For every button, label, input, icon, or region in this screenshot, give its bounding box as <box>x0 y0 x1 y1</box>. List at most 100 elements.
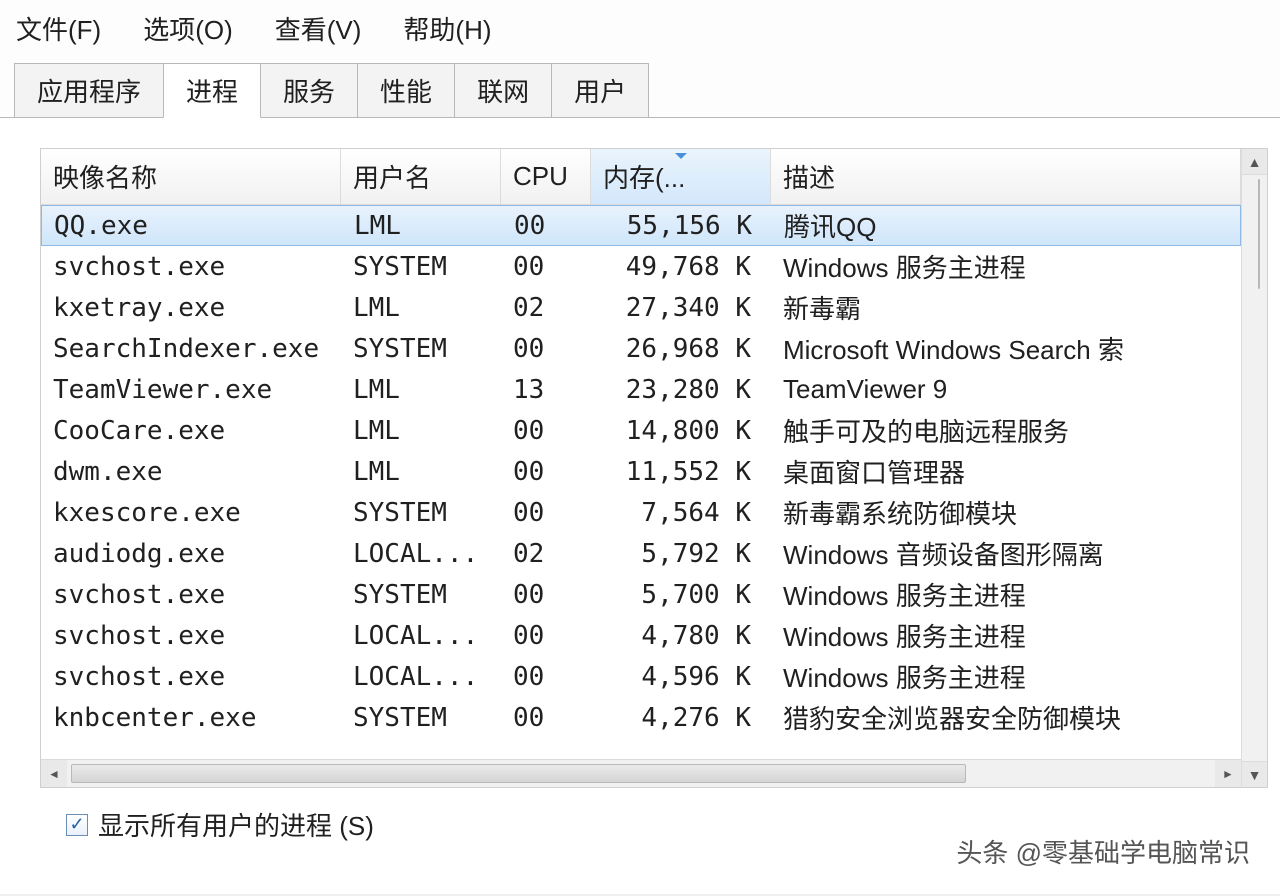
cell-user: LOCAL... <box>341 662 501 692</box>
cell-desc: 新毒霸 <box>771 289 1241 326</box>
table-row[interactable]: CooCare.exeLML0014,800 K触手可及的电脑远程服务 <box>41 410 1241 451</box>
cell-cpu: 02 <box>501 293 591 323</box>
cell-desc: 新毒霸系统防御模块 <box>771 494 1241 531</box>
scroll-up-icon[interactable]: ▲ <box>1242 149 1267 175</box>
col-cpu[interactable]: CPU <box>501 149 591 204</box>
cell-user: LML <box>341 375 501 405</box>
tab-users[interactable]: 用户 <box>551 63 649 118</box>
table-row[interactable]: svchost.exeSYSTEM0049,768 KWindows 服务主进程 <box>41 246 1241 287</box>
cell-desc: Windows 服务主进程 <box>771 617 1241 654</box>
cell-mem: 4,596 K <box>591 662 771 692</box>
cell-desc: Windows 服务主进程 <box>771 248 1241 285</box>
cell-desc: Windows 服务主进程 <box>771 658 1241 695</box>
cell-mem: 27,340 K <box>591 293 771 323</box>
cell-name: SearchIndexer.exe <box>41 334 341 364</box>
cell-name: CooCare.exe <box>41 416 341 446</box>
tab-networking[interactable]: 联网 <box>454 63 552 118</box>
menu-bar: 文件(F) 选项(O) 查看(V) 帮助(H) <box>0 0 1280 63</box>
table-row[interactable]: dwm.exeLML0011,552 K桌面窗口管理器 <box>41 451 1241 492</box>
cell-mem: 5,792 K <box>591 539 771 569</box>
scroll-right-icon[interactable]: ► <box>1215 760 1241 787</box>
horizontal-scrollbar[interactable]: ◄ ► <box>41 759 1241 787</box>
cell-name: knbcenter.exe <box>41 703 341 733</box>
cell-mem: 55,156 K <box>592 211 772 241</box>
col-memory[interactable]: 内存(... <box>591 149 771 204</box>
cell-cpu: 00 <box>501 252 591 282</box>
cell-name: kxetray.exe <box>41 293 341 323</box>
cell-user: LOCAL... <box>341 621 501 651</box>
cell-cpu: 00 <box>501 580 591 610</box>
cell-name: svchost.exe <box>41 252 341 282</box>
col-image-name[interactable]: 映像名称 <box>41 149 341 204</box>
scroll-left-icon[interactable]: ◄ <box>41 760 67 787</box>
table-row[interactable]: kxescore.exeSYSTEM007,564 K新毒霸系统防御模块 <box>41 492 1241 533</box>
tab-content: 映像名称 用户名 CPU 内存(... 描述 QQ.exeLML0055,156… <box>0 118 1280 894</box>
cell-user: LML <box>341 293 501 323</box>
tab-strip: 应用程序 进程 服务 性能 联网 用户 <box>0 63 1280 118</box>
cell-mem: 5,700 K <box>591 580 771 610</box>
process-rows: QQ.exeLML0055,156 K腾讯QQsvchost.exeSYSTEM… <box>41 205 1241 759</box>
tab-services[interactable]: 服务 <box>260 63 358 118</box>
cell-desc: 腾讯QQ <box>772 207 1240 244</box>
table-row[interactable]: audiodg.exeLOCAL...025,792 KWindows 音频设备… <box>41 533 1241 574</box>
tab-performance[interactable]: 性能 <box>357 63 455 118</box>
show-all-users-checkbox[interactable]: ✓ <box>66 814 88 836</box>
watermark-text: 头条 @零基础学电脑常识 <box>956 833 1250 870</box>
table-row[interactable]: TeamViewer.exeLML1323,280 KTeamViewer 9 <box>41 369 1241 410</box>
vertical-scrollbar[interactable]: ▲ ▼ <box>1241 149 1267 787</box>
cell-mem: 26,968 K <box>591 334 771 364</box>
tab-applications[interactable]: 应用程序 <box>14 63 164 118</box>
cell-user: LML <box>341 416 501 446</box>
cell-desc: Microsoft Windows Search 索 <box>771 330 1241 367</box>
cell-desc: Windows 服务主进程 <box>771 576 1241 613</box>
cell-cpu: 02 <box>501 539 591 569</box>
cell-cpu: 00 <box>501 334 591 364</box>
cell-cpu: 13 <box>501 375 591 405</box>
tab-processes[interactable]: 进程 <box>163 63 261 118</box>
cell-user: SYSTEM <box>341 334 501 364</box>
table-row[interactable]: svchost.exeLOCAL...004,780 KWindows 服务主进… <box>41 615 1241 656</box>
cell-name: TeamViewer.exe <box>41 375 341 405</box>
cell-cpu: 00 <box>502 211 592 241</box>
cell-cpu: 00 <box>501 621 591 651</box>
cell-desc: Windows 音频设备图形隔离 <box>771 535 1241 572</box>
cell-name: svchost.exe <box>41 580 341 610</box>
cell-mem: 7,564 K <box>591 498 771 528</box>
table-row[interactable]: svchost.exeSYSTEM005,700 KWindows 服务主进程 <box>41 574 1241 615</box>
menu-view[interactable]: 查看(V) <box>269 8 368 49</box>
hscroll-thumb[interactable] <box>71 764 966 783</box>
cell-mem: 4,780 K <box>591 621 771 651</box>
menu-help[interactable]: 帮助(H) <box>397 8 497 49</box>
scroll-down-icon[interactable]: ▼ <box>1242 761 1267 787</box>
table-row[interactable]: kxetray.exeLML0227,340 K新毒霸 <box>41 287 1241 328</box>
cell-mem: 49,768 K <box>591 252 771 282</box>
cell-cpu: 00 <box>501 498 591 528</box>
cell-cpu: 00 <box>501 416 591 446</box>
cell-name: kxescore.exe <box>41 498 341 528</box>
menu-file[interactable]: 文件(F) <box>10 8 107 49</box>
cell-user: LML <box>342 211 502 241</box>
table-row[interactable]: SearchIndexer.exeSYSTEM0026,968 KMicroso… <box>41 328 1241 369</box>
menu-options[interactable]: 选项(O) <box>137 8 239 49</box>
table-row[interactable]: QQ.exeLML0055,156 K腾讯QQ <box>41 205 1241 246</box>
cell-user: SYSTEM <box>341 580 501 610</box>
cell-name: dwm.exe <box>41 457 341 487</box>
cell-mem: 11,552 K <box>591 457 771 487</box>
cell-user: SYSTEM <box>341 252 501 282</box>
col-description[interactable]: 描述 <box>771 149 1241 204</box>
cell-desc: 触手可及的电脑远程服务 <box>771 412 1241 449</box>
cell-user: LOCAL... <box>341 539 501 569</box>
cell-name: QQ.exe <box>42 211 342 241</box>
cell-desc: 桌面窗口管理器 <box>771 453 1241 490</box>
vscroll-thumb[interactable] <box>1258 179 1260 289</box>
column-headers: 映像名称 用户名 CPU 内存(... 描述 <box>41 149 1241 205</box>
col-user-name[interactable]: 用户名 <box>341 149 501 204</box>
cell-name: svchost.exe <box>41 621 341 651</box>
cell-name: svchost.exe <box>41 662 341 692</box>
cell-cpu: 00 <box>501 457 591 487</box>
cell-user: LML <box>341 457 501 487</box>
table-row[interactable]: knbcenter.exeSYSTEM004,276 K猎豹安全浏览器安全防御模… <box>41 697 1241 738</box>
cell-mem: 23,280 K <box>591 375 771 405</box>
cell-desc: TeamViewer 9 <box>771 374 1241 405</box>
table-row[interactable]: svchost.exeLOCAL...004,596 KWindows 服务主进… <box>41 656 1241 697</box>
